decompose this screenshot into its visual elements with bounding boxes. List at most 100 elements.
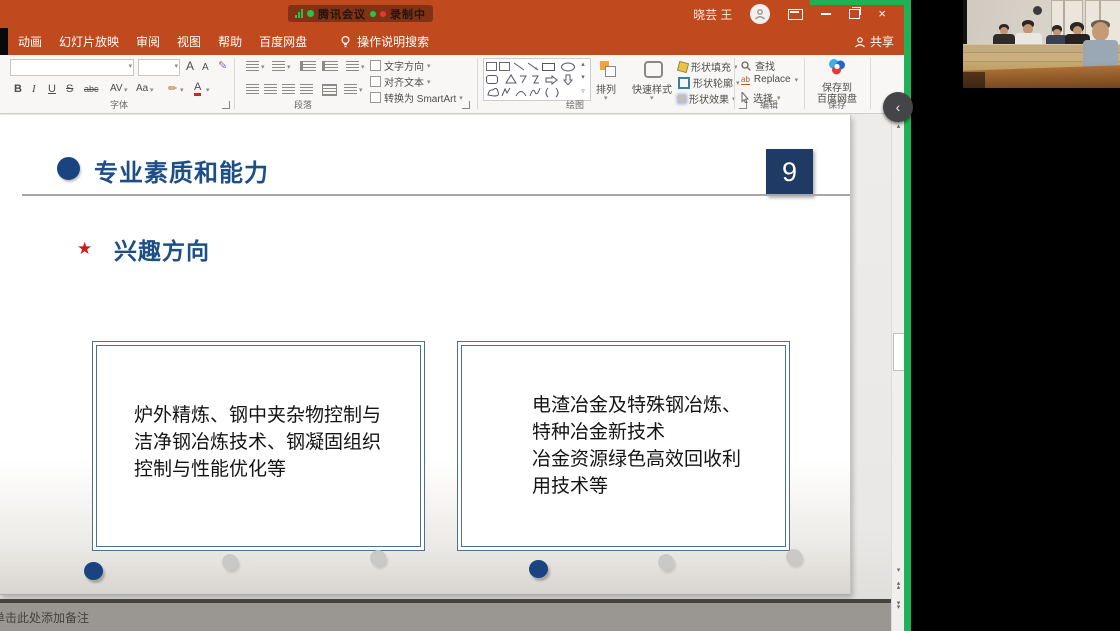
- font-color-button[interactable]: A: [194, 81, 201, 96]
- align-text-button[interactable]: 对齐文本: [384, 74, 424, 89]
- shape-effects-icon: [678, 95, 686, 103]
- save-group-label: 保存: [806, 98, 868, 111]
- editing-group-label: 编辑: [737, 98, 801, 111]
- person-icon: [754, 8, 766, 20]
- shadow-button[interactable]: S: [66, 82, 73, 96]
- italic-button[interactable]: I: [32, 82, 36, 96]
- notes-placeholder: 单击此处添加备注: [0, 609, 89, 626]
- convert-to-smartart-button[interactable]: 转换为 SmartArt: [384, 90, 456, 105]
- paragraph-dialog-launcher-icon[interactable]: [462, 101, 470, 109]
- character-spacing-button[interactable]: AV: [110, 82, 123, 96]
- align-center-button[interactable]: [264, 84, 277, 94]
- account-avatar[interactable]: [750, 4, 770, 24]
- quick-styles-icon: [644, 61, 663, 78]
- meeting-app-name: 腾讯会议: [318, 6, 366, 22]
- restore-window-button[interactable]: [849, 9, 860, 19]
- screenshot-stage: 腾讯会议 录制中 晓芸 王 × 动画 幻灯片放映 审阅: [0, 0, 1120, 631]
- capture-artifact: [0, 28, 8, 55]
- box2-line2: 特种冶金新技术: [532, 419, 741, 446]
- webcam-feed[interactable]: [963, 0, 1120, 88]
- title-bullet-circle: [57, 157, 80, 180]
- shapes-gallery[interactable]: ▴ ▾ ▿: [483, 58, 591, 101]
- group-separator: [870, 58, 871, 109]
- strikethrough-button[interactable]: abc: [84, 82, 99, 96]
- ribbon-tab-bar: 动画 幻灯片放映 审阅 视图 帮助 百度网盘 操作说明搜索 共享: [0, 28, 904, 55]
- video-vignette: [963, 0, 1120, 88]
- share-button[interactable]: 共享: [854, 28, 894, 55]
- vertical-scrollbar[interactable]: ▴ ▾ ▴▴ ▾▾: [891, 114, 905, 631]
- decrease-indent-button[interactable]: [300, 61, 316, 71]
- replace-icon: ab: [741, 75, 750, 85]
- tab-help[interactable]: 帮助: [218, 33, 242, 50]
- ribbon-display-options-button[interactable]: [788, 9, 803, 20]
- baidu-netdisk-icon: [827, 58, 847, 76]
- shape-effects-button[interactable]: 形状效果: [689, 91, 729, 106]
- smartart-icon: [370, 92, 381, 103]
- meeting-recording-overlay[interactable]: 腾讯会议 录制中: [288, 5, 433, 22]
- underline-button[interactable]: U: [48, 82, 56, 96]
- font-name-combobox[interactable]: ▾: [10, 59, 134, 76]
- highlight-pen-button[interactable]: ✏: [168, 82, 177, 96]
- paragraph-group: ▾ ▾ ▾ ▾ 文字方向▾ 对齐文本▾: [238, 55, 474, 113]
- tab-review[interactable]: 审阅: [136, 33, 160, 50]
- numbering-button[interactable]: [272, 61, 285, 71]
- shapes-more-icon[interactable]: ▿: [578, 87, 588, 97]
- decoration-dot-ghost: [658, 554, 674, 570]
- shapes-scroll-down-icon[interactable]: ▾: [578, 73, 588, 83]
- align-left-button[interactable]: [246, 84, 259, 94]
- slide-title[interactable]: 专业素质和能力: [94, 153, 269, 188]
- page-number-box[interactable]: 9: [766, 149, 813, 196]
- meeting-status-icon: [307, 10, 314, 17]
- find-button[interactable]: 查找: [755, 58, 775, 73]
- box1-line1: 炉外精炼、钢中夹杂物控制与: [134, 402, 381, 429]
- clear-formatting-button[interactable]: ✎: [218, 59, 227, 73]
- recording-dot-icon: [380, 11, 386, 17]
- tab-animations[interactable]: 动画: [18, 33, 42, 50]
- table-layout-button[interactable]: [344, 84, 357, 94]
- drawing-group-label: 绘图: [480, 98, 670, 111]
- tell-me-search[interactable]: 操作说明搜索: [340, 33, 429, 50]
- columns-button[interactable]: [322, 84, 337, 96]
- font-group: ▾ ▾ A A ✎ B I U S abc AV▾ Aa▾ ✏▾ A▾ 字体: [6, 55, 232, 113]
- decoration-dot-ghost: [370, 550, 386, 566]
- group-separator: [234, 58, 235, 109]
- powerpoint-titlebar: 腾讯会议 录制中 晓芸 王 ×: [0, 0, 904, 28]
- align-text-icon: [370, 76, 381, 87]
- increase-indent-button[interactable]: [322, 61, 338, 71]
- change-case-button[interactable]: Aa: [136, 82, 148, 96]
- shape-fill-button[interactable]: 形状填充: [691, 59, 731, 74]
- account-user-name[interactable]: 晓芸 王: [693, 6, 732, 23]
- document-area: 专业素质和能力 9 ★ 兴趣方向 炉外精炼、钢中夹杂物控制与 洁净钢冶炼技术、钢…: [0, 114, 904, 631]
- decoration-dot-ghost: [786, 549, 802, 565]
- slide-canvas[interactable]: 专业素质和能力 9 ★ 兴趣方向 炉外精炼、钢中夹杂物控制与 洁净钢冶炼技术、钢…: [0, 115, 851, 595]
- text-direction-button[interactable]: 文字方向: [384, 58, 424, 73]
- notes-pane[interactable]: 单击此处添加备注: [0, 603, 891, 631]
- line-spacing-button[interactable]: [346, 61, 359, 71]
- shape-outline-button[interactable]: 形状轮廓: [693, 75, 733, 90]
- grow-font-button[interactable]: A: [186, 59, 194, 73]
- shapes-row-3-icons: [486, 87, 578, 98]
- bold-button[interactable]: B: [14, 82, 22, 96]
- bullets-button[interactable]: [246, 61, 259, 71]
- interest-box-1[interactable]: 炉外精炼、钢中夹杂物控制与 洁净钢冶炼技术、钢凝固组织 控制与性能优化等: [92, 341, 425, 551]
- shape-outline-icon: [678, 77, 690, 89]
- slide-subtitle[interactable]: 兴趣方向: [114, 232, 210, 266]
- font-dialog-launcher-icon[interactable]: [222, 101, 230, 109]
- search-icon: [741, 61, 751, 71]
- justify-button[interactable]: [300, 84, 313, 94]
- tab-slideshow[interactable]: 幻灯片放映: [59, 33, 119, 50]
- minimize-button[interactable]: [821, 13, 831, 15]
- group-separator: [804, 58, 805, 109]
- font-size-combobox[interactable]: ▾: [138, 59, 180, 76]
- decoration-dot-filled: [529, 560, 548, 578]
- drawing-group: ▴ ▾ ▿ 排列 ▾ 快速样式 ▾ 形状填充▾ 形状轮廓▾: [480, 55, 733, 113]
- shapes-scroll-up-icon[interactable]: ▴: [578, 60, 588, 70]
- shrink-font-button[interactable]: A: [202, 61, 209, 75]
- align-right-button[interactable]: [282, 84, 295, 94]
- tab-view[interactable]: 视图: [177, 33, 201, 50]
- shapes-row-2-icons: [486, 74, 578, 85]
- meeting-panel-toggle-button[interactable]: ‹: [883, 92, 913, 122]
- interest-box-2[interactable]: 电渣冶金及特殊钢冶炼、 特种冶金新技术 冶金资源绿色高效回收利 用技术等: [457, 341, 790, 551]
- replace-button[interactable]: Replace: [754, 74, 791, 85]
- tab-baidu-netdisk[interactable]: 百度网盘: [259, 33, 307, 50]
